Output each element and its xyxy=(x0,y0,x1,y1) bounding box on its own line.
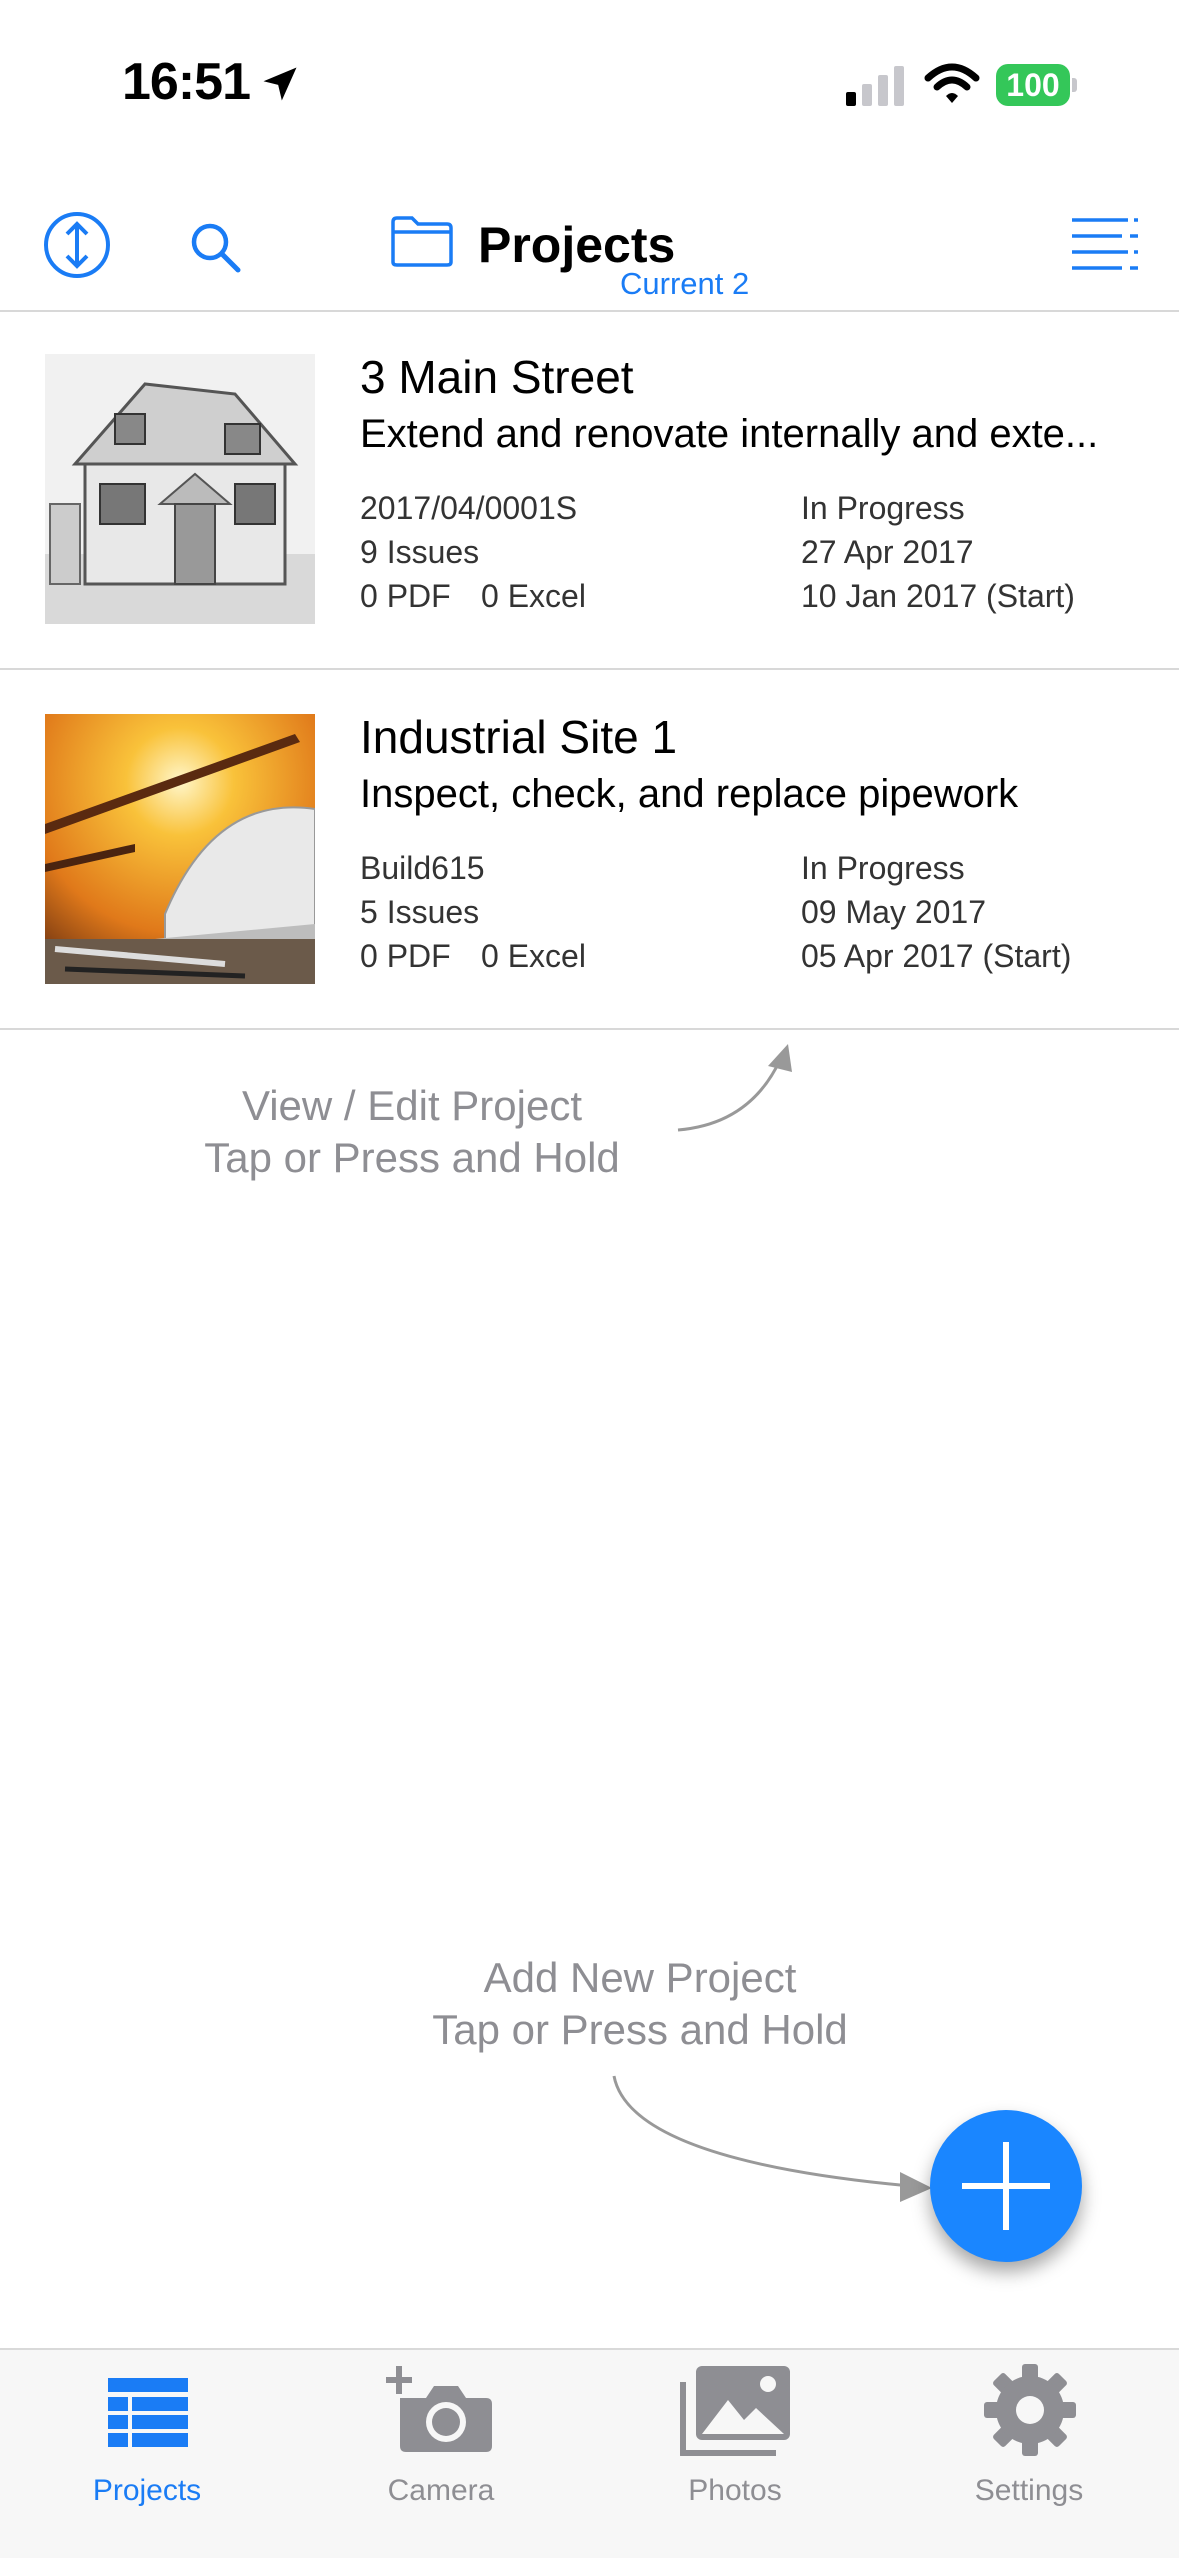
project-start-date: 05 Apr 2017 (Start) xyxy=(801,938,1072,974)
search-icon xyxy=(191,223,241,273)
project-reference: Build615 xyxy=(360,850,485,886)
search-button[interactable] xyxy=(188,220,244,276)
project-date: 27 Apr 2017 xyxy=(801,534,974,570)
camera-add-icon xyxy=(386,2366,492,2452)
project-issues: 5 Issues xyxy=(360,894,480,930)
edit-project-hint: View / Edit Project Tap or Press and Hol… xyxy=(150,1080,674,1184)
tab-camera[interactable]: Camera xyxy=(294,2350,588,2550)
edit-hint-line2: Tap or Press and Hold xyxy=(204,1134,620,1181)
navigation-bar: Projects Current 2 xyxy=(0,190,1179,312)
curved-arrow-icon xyxy=(612,2075,932,2202)
tab-label: Settings xyxy=(974,2474,1084,2507)
tab-projects[interactable]: Projects xyxy=(0,2350,294,2550)
project-excel-count: 0 Excel xyxy=(481,938,586,974)
project-date: 09 May 2017 xyxy=(801,894,987,930)
project-row[interactable]: 3 Main Street Extend and renovate intern… xyxy=(0,310,1179,670)
tab-label: Camera xyxy=(387,2474,495,2507)
menu-button[interactable] xyxy=(1068,214,1140,274)
wifi-icon xyxy=(924,63,980,103)
project-status: In Progress xyxy=(801,490,965,526)
project-excel-count: 0 Excel xyxy=(481,578,586,614)
add-project-button[interactable] xyxy=(930,2110,1082,2262)
tab-label: Photos xyxy=(688,2474,782,2507)
folder-icon xyxy=(391,216,453,267)
list-menu-icon xyxy=(1072,218,1138,270)
tab-label: Projects xyxy=(92,2474,202,2507)
battery-indicator: 100 xyxy=(996,64,1078,108)
project-reference: 2017/04/0001S xyxy=(360,490,578,526)
battery-cap xyxy=(1072,78,1077,92)
project-description: Inspect, check, and replace pipework xyxy=(360,772,1019,816)
add-hint-line1: Add New Project xyxy=(483,1954,797,2001)
project-status: In Progress xyxy=(801,850,965,886)
plus-icon xyxy=(962,2142,1050,2230)
edit-hint-line1: View / Edit Project xyxy=(241,1082,583,1129)
cellular-signal-icon xyxy=(846,66,904,106)
tab-photos[interactable]: Photos xyxy=(588,2350,882,2550)
project-pdf-count: 0 PDF xyxy=(360,938,451,974)
project-title: Industrial Site 1 xyxy=(360,711,678,763)
tab-bar: Projects Camera Photos Settings xyxy=(0,2348,1179,2558)
list-icon xyxy=(108,2378,188,2447)
curved-arrow-icon xyxy=(677,1044,792,1132)
project-thumbnail-house xyxy=(45,354,315,624)
add-hint-line2: Tap or Press and Hold xyxy=(432,2006,848,2053)
project-row[interactable]: Industrial Site 1 Inspect, check, and re… xyxy=(0,670,1179,1030)
project-count: Current 2 xyxy=(620,266,750,301)
battery-level: 100 xyxy=(996,64,1070,106)
sort-button[interactable] xyxy=(42,210,112,280)
status-time: 16:51 xyxy=(122,53,251,111)
tab-settings[interactable]: Settings xyxy=(882,2350,1176,2550)
gear-icon xyxy=(984,2364,1076,2456)
project-start-date: 10 Jan 2017 (Start) xyxy=(801,578,1075,614)
sort-arrows-icon xyxy=(44,212,110,278)
project-description: Extend and renovate internally and exte.… xyxy=(360,412,1099,456)
project-thumbnail-industrial xyxy=(45,714,315,984)
location-arrow-icon xyxy=(263,67,297,101)
project-title: 3 Main Street xyxy=(360,351,634,403)
photos-icon xyxy=(680,2366,790,2456)
project-issues: 9 Issues xyxy=(360,534,480,570)
project-pdf-count: 0 PDF xyxy=(360,578,451,614)
add-project-hint: Add New Project Tap or Press and Hold xyxy=(380,1952,900,2056)
